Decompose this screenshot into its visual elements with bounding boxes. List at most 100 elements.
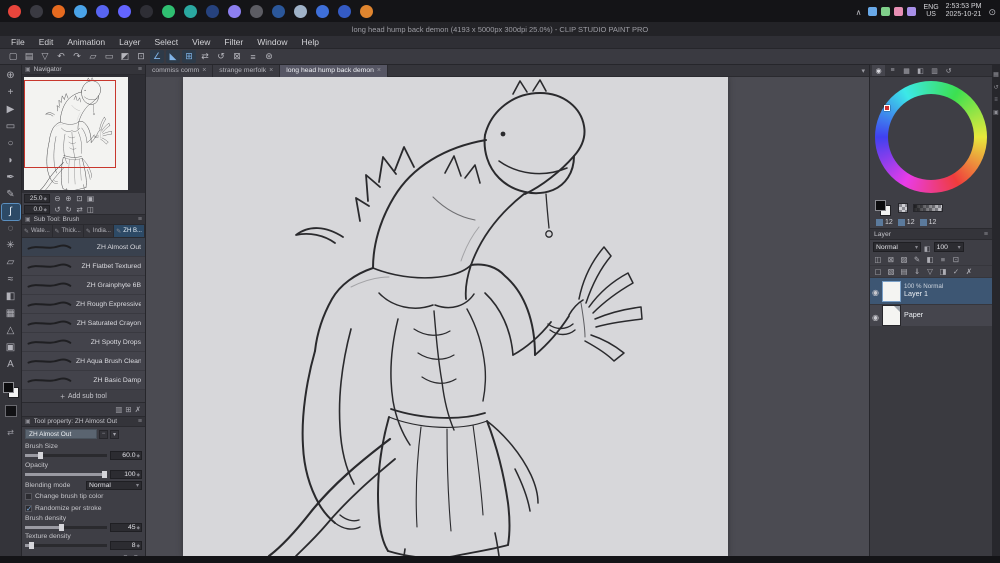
green-app-icon[interactable] (162, 4, 175, 18)
clip-at-layer-icon[interactable]: ◫ (872, 254, 884, 265)
snap-ruler-icon[interactable]: ∠ (150, 50, 164, 63)
save-icon[interactable]: ▽ (38, 50, 52, 63)
preset-chip[interactable]: ZH Almost Out (25, 429, 97, 439)
document-tab[interactable]: strange merfolk (213, 64, 281, 77)
material-panel-icon[interactable]: ▦ (993, 71, 999, 78)
subtool-group-tab[interactable]: India... (84, 225, 115, 237)
layer-thumbnail[interactable] (881, 280, 901, 302)
language-indicator[interactable]: ENG US (923, 4, 938, 19)
lock-alpha-icon[interactable]: ▨ (898, 254, 910, 265)
snap-grid-icon[interactable]: ⊞ (182, 50, 196, 63)
main-sub-color-pair[interactable] (875, 199, 893, 217)
files-app-icon[interactable] (294, 4, 307, 18)
main-color-swatch[interactable] (2, 382, 14, 393)
text-tool-icon[interactable]: A (2, 357, 20, 373)
menu-item[interactable]: View (185, 37, 217, 47)
blue-value[interactable]: 12 (919, 219, 936, 226)
alpha-gradient-bar[interactable] (913, 204, 943, 212)
info-panel-icon[interactable]: ≡ (994, 97, 998, 103)
redo-icon[interactable]: ↷ (70, 50, 84, 63)
subtool-item[interactable]: ZH Almost Out (22, 238, 145, 257)
approx-color-tab-icon[interactable]: ▥ (928, 65, 941, 76)
add-subtool-button[interactable]: Add sub tool (22, 390, 145, 403)
main-color-swatches[interactable] (2, 381, 20, 399)
stepper-icon[interactable] (44, 195, 47, 202)
mastodon-icon[interactable] (118, 4, 131, 18)
reference-layer-icon[interactable]: ⊡ (950, 254, 962, 265)
zoom-value[interactable]: 25.0 (24, 193, 50, 203)
undo-icon[interactable]: ↶ (54, 50, 68, 63)
paper-layer-thumbnail[interactable] (881, 305, 901, 326)
gradient-tool-icon[interactable]: ▦ (2, 306, 20, 322)
eraser-tool-icon[interactable]: ▱ (2, 255, 20, 271)
tray-pink-icon[interactable] (894, 6, 904, 16)
snap-special-ruler-icon[interactable]: ◣ (166, 50, 180, 63)
open-file-icon[interactable]: ▤ (22, 50, 36, 63)
reset-rotate-icon[interactable]: ↺ (214, 50, 228, 63)
brush-density-value[interactable]: 45 (110, 522, 142, 532)
transfer-down-icon[interactable]: ⇓ (911, 266, 923, 277)
lasso-tool-icon[interactable]: ○ (2, 136, 20, 152)
close-icon[interactable] (269, 67, 273, 74)
layer-row-layer1[interactable]: 100 % Normal Layer 1 (870, 278, 992, 304)
tray-blue-icon[interactable] (868, 6, 878, 16)
flip-canvas-icon[interactable]: ⇄ (198, 50, 212, 63)
panel-menu-icon[interactable] (984, 231, 988, 238)
stepper-icon[interactable] (137, 524, 140, 531)
menu-item[interactable]: Animation (60, 37, 112, 47)
rotate-left-icon[interactable]: ↺ (52, 204, 63, 214)
stepper-icon[interactable] (44, 206, 47, 213)
selection-border-icon[interactable]: ⊡ (134, 50, 148, 63)
figure-tool-icon[interactable]: △ (2, 323, 20, 339)
hue-marker[interactable] (884, 105, 890, 111)
invert-selection-icon[interactable]: ◩ (118, 50, 132, 63)
close-icon[interactable] (377, 67, 381, 74)
merge-down-icon[interactable]: ▽ (924, 266, 936, 277)
discord-icon[interactable] (96, 4, 109, 18)
ruler-range-icon[interactable]: ≡ (937, 254, 949, 265)
clock-app-icon[interactable] (140, 4, 153, 18)
opacity-value[interactable]: 100 (110, 469, 142, 479)
transparent-chip[interactable] (898, 203, 908, 213)
dark-app-icon[interactable] (30, 4, 43, 18)
ruler-icon[interactable]: ≡ (246, 50, 260, 63)
navigator-thumbnail[interactable] (24, 77, 128, 190)
subtool-group-tab[interactable]: Thick... (53, 225, 84, 237)
layer-row-paper[interactable]: Paper (870, 304, 992, 326)
marquee-select-tool-icon[interactable]: ▭ (2, 119, 20, 135)
subtool-settings-icon[interactable]: ▥ (115, 405, 122, 414)
enable-mask-icon[interactable]: ◧ (924, 254, 936, 265)
compass-app-icon[interactable] (360, 4, 373, 18)
pen-tool-icon[interactable]: ✒ (2, 170, 20, 186)
texture-density-slider[interactable] (25, 542, 107, 549)
airbrush-tool-icon[interactable]: ◌ (2, 221, 20, 237)
tray-purple-icon[interactable] (907, 6, 917, 16)
subtool-group-tab[interactable]: Wate... (22, 225, 53, 237)
brush-size-slider[interactable] (25, 452, 107, 459)
actual-size-icon[interactable]: ▣ (85, 193, 96, 203)
menu-item[interactable]: Edit (32, 37, 61, 47)
panel-menu-icon[interactable] (138, 66, 142, 73)
brush-density-slider[interactable] (25, 523, 107, 531)
stepper-icon[interactable] (137, 452, 140, 459)
fit-screen-icon[interactable]: ⊠ (230, 50, 244, 63)
brush-size-value[interactable]: 60.0 (110, 451, 142, 460)
subtool-item[interactable]: ZH Aqua Brush Clean (22, 352, 145, 371)
blue-app-icon[interactable] (316, 4, 329, 18)
new-subtool-icon[interactable]: ⊞ (125, 405, 131, 414)
stepper-icon[interactable] (137, 471, 140, 478)
opacity-slider[interactable] (25, 470, 107, 478)
navigator-view-rect[interactable] (24, 80, 116, 168)
navigator-header[interactable]: Navigator (22, 65, 145, 75)
apply-mask-icon[interactable]: ✓ (950, 266, 962, 277)
fill-tool-icon[interactable]: ◧ (2, 289, 20, 305)
saturation-value-square[interactable] (907, 117, 955, 165)
visibility-eye-icon[interactable] (872, 282, 879, 300)
preset-minus-button[interactable]: − (99, 429, 108, 439)
preset-menu-button[interactable]: ▾ (110, 429, 119, 439)
subtool-header[interactable]: Sub Tool: Brush (22, 215, 145, 225)
subtool-group-tab[interactable]: ZH B... (114, 225, 145, 237)
menu-item[interactable]: Help (294, 37, 325, 47)
brush-tool-icon[interactable]: ∫ (0, 202, 21, 221)
lock-layer-icon[interactable]: ⊠ (885, 254, 897, 265)
